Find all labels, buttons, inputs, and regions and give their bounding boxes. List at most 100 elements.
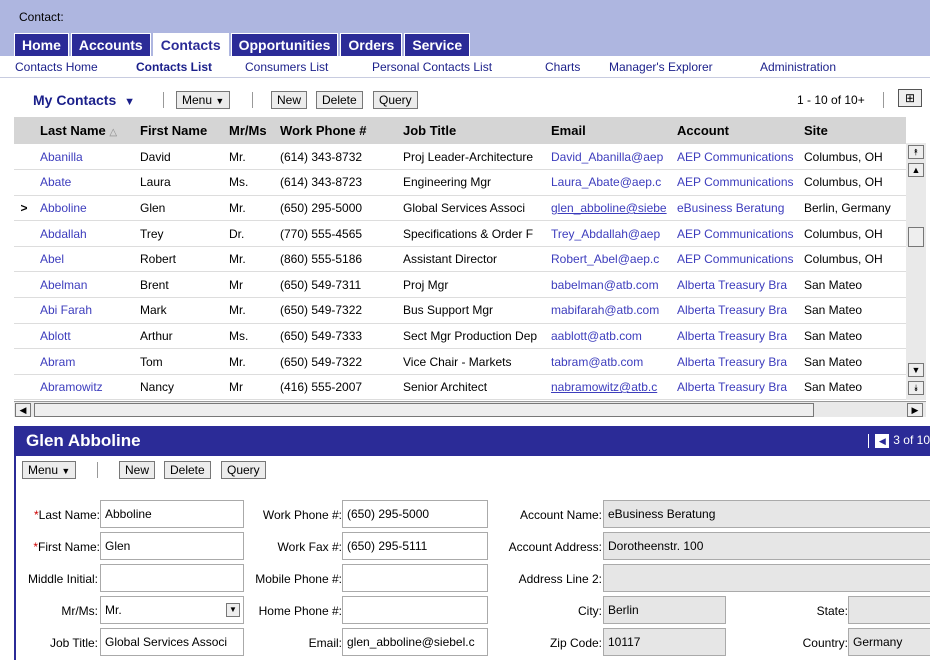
table-row[interactable]: Abramowitz Nancy Mr (416) 555-2007 Senior Ar… <box>14 374 906 400</box>
cell-last-name[interactable]: Abanilla <box>34 144 134 171</box>
email-field[interactable]: glen_abboline@siebel.c <box>342 628 488 656</box>
cell-account[interactable]: Alberta Treasury Bra <box>671 271 798 299</box>
scroll-top-icon[interactable]: ⯭ <box>908 145 924 159</box>
row-selector[interactable] <box>14 144 34 171</box>
cell-email[interactable]: Robert_Abel@aep.c <box>545 246 671 273</box>
view-selector[interactable]: My Contacts ▼ <box>33 92 135 108</box>
cell-email[interactable]: aablott@atb.com <box>545 323 671 350</box>
cell-email[interactable]: glen_abboline@siebe <box>545 195 671 222</box>
tab-home[interactable]: Home <box>14 33 69 56</box>
scroll-down-icon[interactable]: ▼ <box>908 363 924 377</box>
scroll-left-icon[interactable]: ◀ <box>15 403 31 417</box>
cell-email[interactable]: David_Abanilla@aep <box>545 144 671 171</box>
cell-last-name[interactable]: Abram <box>34 348 134 375</box>
scroll-thumb[interactable] <box>908 227 924 247</box>
subnav-charts[interactable]: Charts <box>545 60 580 74</box>
horizontal-scrollbar[interactable]: ◀ ▶ <box>14 401 926 417</box>
cell-account[interactable]: Alberta Treasury Bra <box>671 297 798 324</box>
cell-account[interactable]: Alberta Treasury Bra <box>671 348 798 375</box>
form-query-button[interactable]: Query <box>221 461 266 479</box>
table-row[interactable]: Abi Farah Mark Mr. (650) 549-7322 Bus Suppor… <box>14 297 906 324</box>
cell-account[interactable]: AEP Communications <box>671 169 798 196</box>
form-new-button[interactable]: New <box>119 461 156 479</box>
cell-account[interactable]: Alberta Treasury Bra <box>671 374 798 400</box>
cell-email[interactable]: babelman@atb.com <box>545 271 671 299</box>
chevron-down-icon[interactable]: ▼ <box>226 603 240 617</box>
tab-orders[interactable]: Orders <box>340 33 403 56</box>
table-row[interactable]: Abram Tom Mr. (650) 549-7322 Vice Chair - Ma… <box>14 348 906 375</box>
cell-email[interactable]: nabramowitz@atb.c <box>545 374 671 400</box>
table-row[interactable]: Abelman Brent Mr (650) 549-7311 Proj Mgr babe… <box>14 271 906 299</box>
column-header-last-name[interactable]: Last Name △ <box>34 117 134 144</box>
work-phone-field[interactable]: (650) 295-5000 <box>342 500 488 528</box>
list-new-button[interactable]: New <box>271 91 308 109</box>
tab-contacts[interactable]: Contacts <box>152 33 229 56</box>
tab-accounts[interactable]: Accounts <box>70 33 151 56</box>
cell-email[interactable]: Trey_Abdallah@aep <box>545 220 671 247</box>
list-query-button[interactable]: Query <box>373 91 418 109</box>
subnav-contacts-home[interactable]: Contacts Home <box>15 60 98 74</box>
row-selector[interactable] <box>14 374 34 400</box>
row-selector[interactable] <box>14 297 34 324</box>
column-header-account[interactable]: Account <box>671 117 798 144</box>
previous-record-icon[interactable]: ◀ <box>875 433 890 448</box>
mr-ms-select[interactable]: Mr. ▼ <box>100 596 244 624</box>
scroll-right-icon[interactable]: ▶ <box>907 403 923 417</box>
middle-initial-field[interactable] <box>100 564 244 592</box>
row-selector[interactable] <box>14 348 34 375</box>
cell-email[interactable]: tabram@atb.com <box>545 348 671 375</box>
row-selector[interactable] <box>14 246 34 273</box>
scroll-up-icon[interactable]: ▲ <box>908 163 924 177</box>
list-menu-button[interactable]: Menu ▼ <box>176 91 231 109</box>
row-selector[interactable] <box>14 323 34 350</box>
scroll-thumb[interactable] <box>34 403 814 417</box>
work-fax-field[interactable]: (650) 295-5111 <box>342 532 488 560</box>
cell-account[interactable]: Alberta Treasury Bra <box>671 323 798 350</box>
layout-icon[interactable]: ⊞ <box>898 89 922 107</box>
column-header-job-title[interactable]: Job Title <box>397 117 545 144</box>
table-row[interactable]: Abel Robert Mr. (860) 555-5186 Assistant Dir… <box>14 246 906 273</box>
subnav-administration[interactable]: Administration <box>760 60 836 74</box>
mobile-phone-field[interactable] <box>342 564 488 592</box>
column-header-email[interactable]: Email <box>545 117 671 144</box>
cell-last-name[interactable]: Abboline <box>34 195 134 222</box>
table-row[interactable]: Abate Laura Ms. (614) 343-8723 Engineering M… <box>14 169 906 196</box>
subnav-contacts-list[interactable]: Contacts List <box>136 60 212 74</box>
cell-last-name[interactable]: Abi Farah <box>34 297 134 324</box>
row-selector[interactable] <box>14 220 34 247</box>
cell-account[interactable]: AEP Communications <box>671 144 798 171</box>
column-header-first-name[interactable]: First Name <box>134 117 223 144</box>
cell-last-name[interactable]: Ablott <box>34 323 134 350</box>
column-header-work-phone[interactable]: Work Phone # <box>274 117 397 144</box>
cell-last-name[interactable]: Abate <box>34 169 134 196</box>
cell-last-name[interactable]: Abel <box>34 246 134 273</box>
cell-account[interactable]: eBusiness Beratung <box>671 195 798 222</box>
cell-email[interactable]: mabifarah@atb.com <box>545 297 671 324</box>
table-row[interactable]: Ablott Arthur Ms. (650) 549-7333 Sect Mgr Pr… <box>14 323 906 350</box>
tab-service[interactable]: Service <box>404 33 471 56</box>
cell-last-name[interactable]: Abelman <box>34 271 134 299</box>
first-name-field[interactable]: Glen <box>100 532 244 560</box>
job-title-field[interactable]: Global Services Associ <box>100 628 244 656</box>
last-name-field[interactable]: Abboline <box>100 500 244 528</box>
row-selector[interactable] <box>14 169 34 196</box>
subnav-personal-contacts-list[interactable]: Personal Contacts List <box>372 60 492 74</box>
list-delete-button[interactable]: Delete <box>316 91 363 109</box>
cell-account[interactable]: AEP Communications <box>671 220 798 247</box>
form-menu-button[interactable]: Menu ▼ <box>22 461 77 479</box>
subnav-managers-explorer[interactable]: Manager's Explorer <box>609 60 713 74</box>
cell-email[interactable]: Laura_Abate@aep.c <box>545 169 671 196</box>
row-selector[interactable]: > <box>14 195 34 222</box>
table-row[interactable]: Abanilla David Mr. (614) 343-8732 Proj Leade… <box>14 144 906 171</box>
subnav-consumers-list[interactable]: Consumers List <box>245 60 328 74</box>
home-phone-field[interactable] <box>342 596 488 624</box>
form-delete-button[interactable]: Delete <box>164 461 211 479</box>
tab-opportunities[interactable]: Opportunities <box>230 33 339 56</box>
table-row[interactable]: Abdallah Trey Dr. (770) 555-4565 Specificati… <box>14 220 906 247</box>
cell-account[interactable]: AEP Communications <box>671 246 798 273</box>
scroll-bottom-icon[interactable]: ⯯ <box>908 381 924 395</box>
column-header-mr-ms[interactable]: Mr/Ms <box>223 117 274 144</box>
cell-last-name[interactable]: Abdallah <box>34 220 134 247</box>
table-row[interactable]: > Abboline Glen Mr. (650) 295-5000 Global Ser… <box>14 195 906 222</box>
cell-last-name[interactable]: Abramowitz <box>34 374 134 400</box>
